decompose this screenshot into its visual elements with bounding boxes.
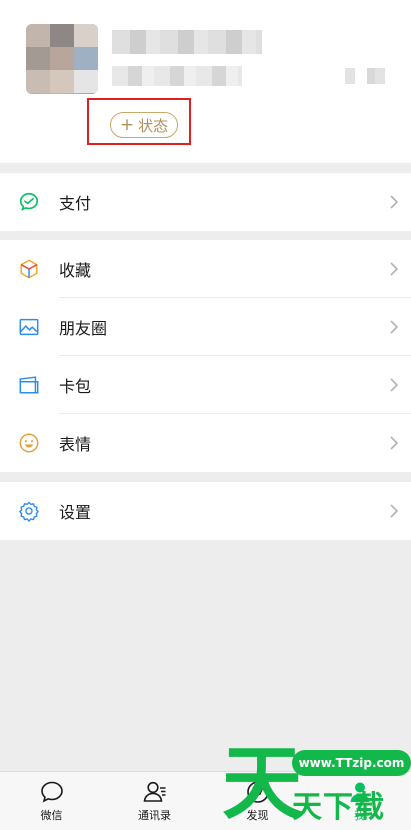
menu-item-moments[interactable]: 朋友圈 [0,298,411,356]
chevron-right-icon [390,320,399,334]
tab-me[interactable]: 我 [308,772,411,830]
pay-icon [19,192,39,211]
chevron-right-icon [390,378,399,392]
menu-label-settings: 设置 [59,503,92,522]
tab-label-chats: 微信 [40,809,63,822]
smile-icon [19,433,39,453]
qr-code-blurred[interactable] [345,68,391,84]
plus-icon: + [119,114,135,135]
menu-label-favorites: 收藏 [59,261,92,280]
cube-icon [20,259,38,279]
wallet-icon [19,376,39,394]
nickname-blurred [112,30,262,54]
gear-icon [19,501,39,522]
chevron-right-icon [390,436,399,450]
main-group: 收藏 朋友圈 卡包 表情 [0,240,411,472]
menu-item-cards[interactable]: 卡包 [0,356,411,414]
compass-icon [246,781,269,803]
tab-label-discover: 发现 [246,809,269,822]
menu-item-pay[interactable]: 支付 [0,173,411,231]
bottom-tab-bar: 微信 通讯录 发现 我 [0,771,411,830]
contacts-icon [143,781,165,802]
menu-item-stickers[interactable]: 表情 [0,414,411,472]
chevron-right-icon [390,504,399,518]
status-highlight-box: + 状态 [87,98,191,145]
image-icon [19,318,39,336]
tab-chats[interactable]: 微信 [0,772,103,830]
menu-label-moments: 朋友圈 [59,319,108,338]
wechat-id-blurred [112,66,242,86]
status-label: 状态 [138,116,169,135]
chevron-right-icon [390,195,399,209]
menu-item-settings[interactable]: 设置 [0,482,411,540]
chevron-right-icon [390,262,399,276]
status-button[interactable]: + 状态 [110,112,178,138]
menu-label-cards: 卡包 [59,377,92,396]
avatar[interactable] [26,24,98,94]
profile-header[interactable]: + 状态 [0,0,411,163]
menu-label-pay: 支付 [59,194,92,213]
tab-label-me: 我 [354,809,365,822]
tab-label-contacts: 通讯录 [138,809,171,822]
settings-group: 设置 [0,482,411,540]
tab-contacts[interactable]: 通讯录 [103,772,206,830]
pay-group: 支付 [0,173,411,231]
tab-discover[interactable]: 发现 [206,772,309,830]
person-icon [350,782,369,802]
menu-item-favorites[interactable]: 收藏 [0,240,411,298]
menu-label-stickers: 表情 [59,435,92,454]
chat-bubble-icon [40,781,63,803]
